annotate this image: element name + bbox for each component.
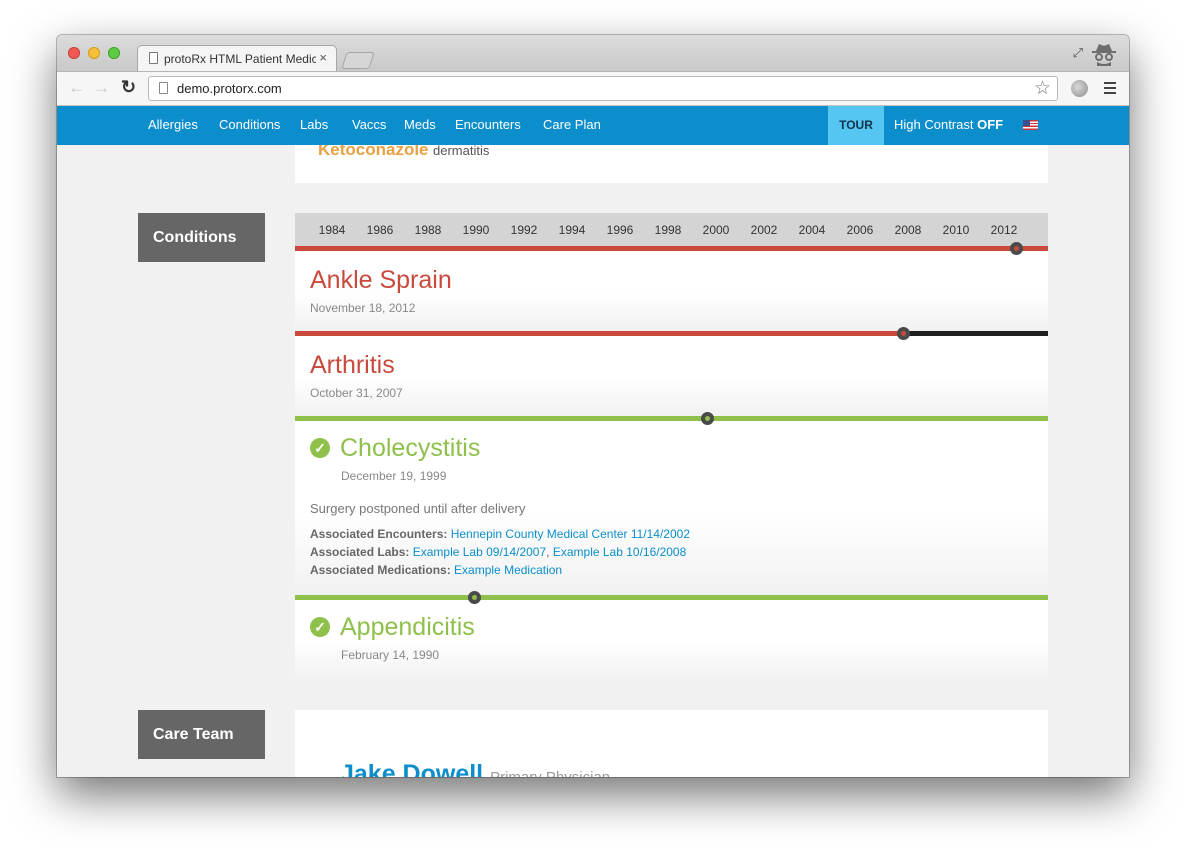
year-label: 1986: [366, 223, 394, 237]
care-team-section-label: Care Team: [138, 710, 265, 759]
care-team-name[interactable]: Jake Dowell: [340, 760, 483, 777]
nav-allergies[interactable]: Allergies: [148, 117, 198, 132]
menu-icon[interactable]: [1104, 82, 1116, 97]
nav-meds[interactable]: Meds: [404, 117, 436, 132]
year-label: 2002: [750, 223, 778, 237]
allergy-reaction: dermatitis: [432, 143, 490, 158]
back-arrow-icon[interactable]: ←: [68, 78, 85, 98]
lab-link[interactable]: Example Lab 10/16/2008: [553, 545, 686, 559]
fullscreen-icon[interactable]: ⤢: [1073, 45, 1083, 61]
high-contrast-label: High Contrast: [894, 117, 974, 132]
condition-date: December 19, 1999: [341, 469, 447, 483]
condition-title[interactable]: Arthritis: [310, 351, 395, 380]
nav-vaccs[interactable]: Vaccs: [352, 117, 386, 132]
bookmark-star-icon[interactable]: ☆: [1034, 77, 1051, 100]
year-label: 2004: [798, 223, 826, 237]
nav-labs[interactable]: Labs: [300, 117, 328, 132]
browser-tab[interactable]: protoRx HTML Patient Medical Record ×: [137, 45, 337, 71]
reload-icon[interactable]: ↻: [121, 77, 136, 98]
associated-labs: Associated Labs: Example Lab 09/14/2007,…: [310, 545, 686, 559]
conditions-panel: 1984 1986 1988 1990 1992 1994 1996 1998 …: [295, 213, 1048, 680]
year-label: 2000: [702, 223, 730, 237]
minimize-window-button[interactable]: [88, 47, 100, 59]
high-contrast-toggle[interactable]: High Contrast OFF: [894, 117, 1003, 132]
address-bar[interactable]: demo.protorx.com ☆: [148, 76, 1058, 101]
incognito-icon: [1092, 44, 1116, 66]
condition-item[interactable]: Ankle Sprain November 18, 2012: [295, 242, 1048, 331]
timeline-axis: 1984 1986 1988 1990 1992 1994 1996 1998 …: [295, 213, 1048, 246]
condition-onset-marker: [701, 412, 715, 425]
year-label: 1988: [414, 223, 442, 237]
condition-timeline-bar: [295, 595, 1048, 600]
condition-timeline-bar: [295, 246, 1048, 251]
year-label: 2012: [990, 223, 1018, 237]
encounter-link[interactable]: Hennepin County Medical Center 11/14/200…: [451, 527, 690, 541]
year-label: 2008: [894, 223, 922, 237]
condition-date: February 14, 1990: [341, 648, 440, 662]
associated-labs-label: Associated Labs:: [310, 545, 410, 559]
condition-date: October 31, 2007: [310, 386, 403, 400]
associated-medications-label: Associated Medications:: [310, 563, 451, 577]
condition-onset-marker: [1009, 242, 1023, 255]
nav-conditions[interactable]: Conditions: [219, 117, 280, 132]
title-bar: protoRx HTML Patient Medical Record × ⤢: [57, 35, 1129, 71]
condition-note: Surgery postponed until after delivery: [310, 501, 526, 516]
us-flag-icon[interactable]: [1023, 120, 1038, 130]
year-label: 1984: [318, 223, 346, 237]
associated-encounters-label: Associated Encounters:: [310, 527, 448, 541]
browser-toolbar: ← → ↻ demo.protorx.com ☆: [57, 71, 1129, 106]
condition-item[interactable]: Arthritis October 31, 2007: [295, 327, 1048, 416]
condition-title[interactable]: Cholecystitis: [340, 434, 480, 463]
care-team-card: Jake Dowell Primary Physician: [295, 710, 1048, 777]
associated-encounters: Associated Encounters: Hennepin County M…: [310, 527, 690, 541]
nav-care-plan[interactable]: Care Plan: [543, 117, 601, 132]
lab-separator: ,: [546, 545, 550, 559]
conditions-section-label: Conditions: [138, 213, 265, 262]
year-label: 2006: [846, 223, 874, 237]
year-label: 1994: [558, 223, 586, 237]
year-label: 2010: [942, 223, 970, 237]
year-label: 1998: [654, 223, 682, 237]
globe-icon[interactable]: [1071, 80, 1088, 97]
tab-title: protoRx HTML Patient Medical Record: [164, 52, 316, 66]
condition-onset-marker: [896, 327, 910, 340]
condition-timeline-bar: [295, 331, 1048, 336]
forward-arrow-icon[interactable]: →: [93, 78, 110, 98]
new-tab-button[interactable]: [341, 52, 375, 69]
lab-link[interactable]: Example Lab 09/14/2007: [413, 545, 546, 559]
zoom-window-button[interactable]: [108, 47, 120, 59]
year-label: 1996: [606, 223, 634, 237]
high-contrast-state: OFF: [977, 117, 1004, 132]
condition-timeline-bar: [295, 416, 1048, 421]
check-icon: ✓: [310, 438, 330, 458]
care-team-member[interactable]: Jake Dowell Primary Physician: [340, 760, 610, 777]
associated-medications: Associated Medications: Example Medicati…: [310, 563, 562, 577]
condition-item[interactable]: ✓ Appendicitis February 14, 1990: [295, 591, 1048, 680]
check-icon: ✓: [310, 617, 330, 637]
condition-title[interactable]: Appendicitis: [340, 613, 475, 642]
tab-close-icon[interactable]: ×: [319, 50, 327, 65]
condition-onset-marker: [468, 591, 482, 604]
year-label: 1992: [510, 223, 538, 237]
browser-window: protoRx HTML Patient Medical Record × ⤢ …: [57, 35, 1129, 777]
url-text[interactable]: demo.protorx.com: [177, 81, 282, 96]
condition-item[interactable]: ✓ Cholecystitis December 19, 1999 Surger…: [295, 412, 1048, 595]
year-label: 1990: [462, 223, 490, 237]
page-icon: [159, 82, 168, 94]
condition-date: November 18, 2012: [310, 301, 416, 315]
tour-button[interactable]: TOUR: [828, 106, 884, 145]
close-window-button[interactable]: [68, 47, 80, 59]
care-team-role: Primary Physician: [490, 769, 610, 777]
page-icon: [149, 52, 158, 64]
page-viewport: Ketoconazole dermatitis Allergies Condit…: [57, 106, 1129, 777]
app-nav-bar: Allergies Conditions Labs Vaccs Meds Enc…: [57, 106, 1129, 145]
medication-link[interactable]: Example Medication: [454, 563, 562, 577]
nav-encounters[interactable]: Encounters: [455, 117, 521, 132]
condition-title[interactable]: Ankle Sprain: [310, 266, 452, 295]
